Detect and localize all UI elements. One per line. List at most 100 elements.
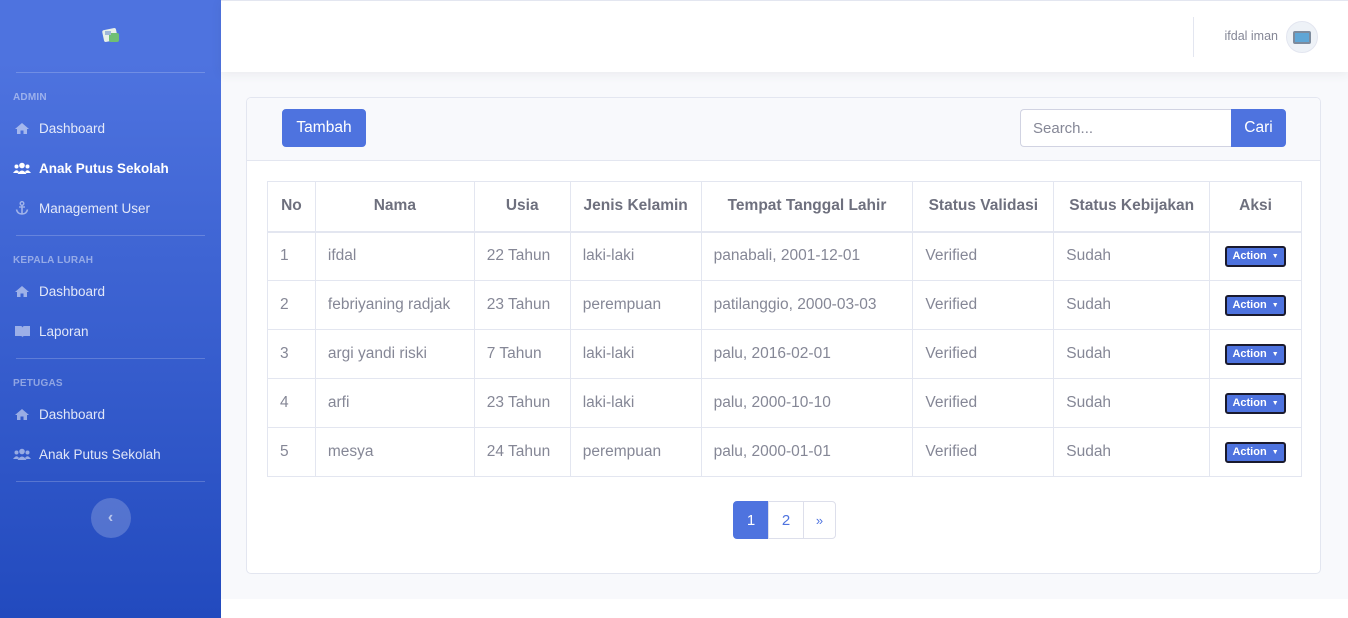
page-1-button[interactable]: 1 <box>733 501 769 539</box>
cell-validasi: Verified <box>912 427 1055 477</box>
cell-aksi: Action ▼ <box>1209 329 1302 379</box>
sidebar-item-anak-putus-sekolah[interactable]: Anak Putus Sekolah <box>0 148 221 188</box>
cell-ttl: panabali, 2001-12-01 <box>700 231 914 281</box>
home-icon <box>13 121 31 135</box>
students-table: No Nama Usia Jenis Kelamin Tempat Tangga… <box>267 181 1302 477</box>
sidebar-item-label: Management User <box>39 200 151 216</box>
sidebar-item-laporan[interactable]: Laporan <box>0 311 221 351</box>
sidebar-toggle-wrap: ‹ <box>0 498 221 538</box>
cell-no: 3 <box>267 329 316 379</box>
sidebar-item-label: Dashboard <box>39 120 106 136</box>
cell-validasi: Verified <box>912 378 1055 428</box>
cell-aksi: Action ▼ <box>1209 378 1302 428</box>
sidebar-brand[interactable] <box>0 0 221 72</box>
sidebar: ADMIN Dashboard Anak Putus Sekolah Manageme… <box>0 0 221 618</box>
action-dropdown-button[interactable]: Action ▼ <box>1225 441 1287 463</box>
cell-jk: laki-laki <box>569 378 702 428</box>
cell-ttl: palu, 2000-01-01 <box>700 427 914 477</box>
cell-ttl: palu, 2000-10-10 <box>700 378 914 428</box>
cell-validasi: Verified <box>912 280 1055 330</box>
sidebar-item-management-user[interactable]: Management User <box>0 188 221 228</box>
action-dropdown-button[interactable]: Action ▼ <box>1225 392 1287 414</box>
action-dropdown-button[interactable]: Action ▼ <box>1225 294 1287 316</box>
action-label: Action <box>1232 299 1267 311</box>
cell-usia: 24 Tahun <box>473 427 571 477</box>
cell-usia: 23 Tahun <box>473 378 571 428</box>
data-card: Tambah Cari No Nama Usia Jenis Kelamin T… <box>246 97 1321 574</box>
cell-kebijakan: Sudah <box>1053 231 1211 281</box>
cell-jk: laki-laki <box>569 231 702 281</box>
sidebar-heading: PETUGAS <box>13 378 63 389</box>
cell-no: 1 <box>267 231 316 281</box>
sidebar-item-label: Anak Putus Sekolah <box>39 160 169 176</box>
table-row: 1 ifdal 22 Tahun laki-laki panabali, 2001-12… <box>267 231 1302 281</box>
column-header: Aksi <box>1209 181 1302 233</box>
column-header: Jenis Kelamin <box>569 181 702 233</box>
pagination: 1 2 » <box>733 501 836 539</box>
topbar: ifdal iman <box>221 0 1348 72</box>
users-icon <box>13 447 31 461</box>
sidebar-divider <box>16 235 205 236</box>
sidebar-divider <box>16 481 205 482</box>
caret-down-icon: ▼ <box>1271 399 1279 407</box>
search-input[interactable] <box>1020 109 1232 147</box>
sidebar-item-dashboard[interactable]: Dashboard <box>0 108 221 148</box>
cell-usia: 7 Tahun <box>473 329 571 379</box>
cell-ttl: palu, 2016-02-01 <box>700 329 914 379</box>
sidebar-item-dashboard[interactable]: Dashboard <box>0 271 221 311</box>
caret-down-icon: ▼ <box>1271 350 1279 358</box>
sidebar-item-dashboard[interactable]: Dashboard <box>0 394 221 434</box>
column-header: Tempat Tanggal Lahir <box>700 181 914 233</box>
action-label: Action <box>1232 348 1267 360</box>
action-dropdown-button[interactable]: Action ▼ <box>1225 245 1287 267</box>
action-dropdown-button[interactable]: Action ▼ <box>1225 343 1287 365</box>
sidebar-item-anak-putus-sekolah[interactable]: Anak Putus Sekolah <box>0 434 221 474</box>
sidebar-item-label: Anak Putus Sekolah <box>39 446 161 462</box>
action-label: Action <box>1232 250 1267 263</box>
sidebar-item-label: Dashboard <box>39 406 106 422</box>
cell-nama: arfi <box>314 378 475 428</box>
search-button[interactable]: Cari <box>1231 109 1286 147</box>
next-page-button[interactable]: » <box>803 501 836 539</box>
cell-validasi: Verified <box>912 231 1055 281</box>
column-header: Status Validasi <box>912 181 1055 233</box>
sidebar-divider <box>16 72 205 73</box>
cell-kebijakan: Sudah <box>1053 427 1211 477</box>
page-2-button[interactable]: 2 <box>768 501 804 539</box>
cell-no: 4 <box>267 378 316 428</box>
users-icon <box>13 161 31 175</box>
cell-usia: 23 Tahun <box>473 280 571 330</box>
add-button[interactable]: Tambah <box>282 109 366 147</box>
caret-down-icon: ▼ <box>1271 301 1279 309</box>
sidebar-heading: ADMIN <box>13 92 47 103</box>
sidebar-item-label: Laporan <box>39 323 89 339</box>
brand-logo-icon <box>101 27 121 45</box>
cell-jk: perempuan <box>569 280 702 330</box>
caret-down-icon: ▼ <box>1271 252 1279 260</box>
cell-kebijakan: Sudah <box>1053 378 1211 428</box>
cell-usia: 22 Tahun <box>473 231 571 281</box>
action-label: Action <box>1232 397 1267 409</box>
cell-ttl: patilanggio, 2000-03-03 <box>700 280 914 330</box>
table-row: 4 arfi 23 Tahun laki-laki palu, 2000-10-10 Ve… <box>267 378 1302 428</box>
user-avatar[interactable] <box>1286 21 1318 53</box>
cell-validasi: Verified <box>912 329 1055 379</box>
cell-aksi: Action ▼ <box>1209 280 1302 330</box>
user-name[interactable]: ifdal iman <box>1225 29 1279 43</box>
sidebar-divider <box>16 358 205 359</box>
cell-kebijakan: Sudah <box>1053 280 1211 330</box>
cell-jk: perempuan <box>569 427 702 477</box>
column-header: Usia <box>473 181 571 233</box>
sidebar-toggle-button[interactable]: ‹ <box>90 498 131 538</box>
book-icon <box>13 324 31 338</box>
cell-jk: laki-laki <box>569 329 702 379</box>
monitor-icon <box>1293 30 1311 44</box>
action-label: Action <box>1232 446 1267 458</box>
cell-kebijakan: Sudah <box>1053 329 1211 379</box>
cell-aksi: Action ▼ <box>1209 427 1302 477</box>
cell-no: 2 <box>267 280 316 330</box>
chevron-left-icon: ‹ <box>107 509 114 526</box>
anchor-icon <box>13 201 31 215</box>
card-header: Tambah Cari <box>247 98 1320 161</box>
column-header: Nama <box>314 181 475 233</box>
